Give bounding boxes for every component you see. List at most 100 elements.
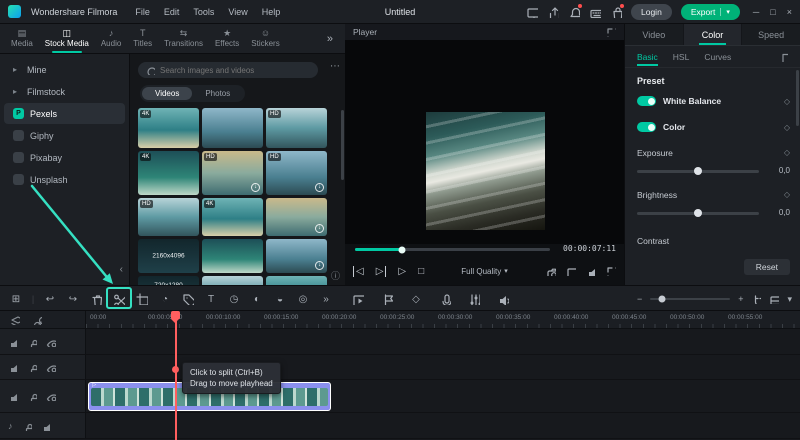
brightness-slider[interactable] xyxy=(637,209,759,218)
track-mute-icon[interactable] xyxy=(8,337,18,347)
shop-bag-icon[interactable] xyxy=(610,3,624,18)
close-button[interactable]: × xyxy=(787,7,792,17)
link-clips-icon[interactable] xyxy=(32,315,42,325)
exposure-slider[interactable] xyxy=(637,167,759,176)
tab-media[interactable]: ▤ Media xyxy=(6,27,38,50)
brightness-slider-handle[interactable] xyxy=(694,209,702,218)
tag-icon[interactable] xyxy=(178,289,198,309)
zoom-slider-handle[interactable] xyxy=(658,295,666,303)
export-caret-icon[interactable]: ▾ xyxy=(720,7,730,16)
track-mute-icon[interactable] xyxy=(41,421,51,431)
download-icon[interactable]: ↓ xyxy=(315,183,324,192)
manage-tracks-icon[interactable] xyxy=(10,315,20,325)
keyframe-icon[interactable]: ◇ xyxy=(406,289,426,309)
menu-tools[interactable]: Tools xyxy=(193,7,214,17)
sidebar-item-mine[interactable]: ▸ Mine xyxy=(4,59,125,80)
subtab-basic[interactable]: Basic xyxy=(637,48,658,66)
text-tool-icon[interactable]: T xyxy=(201,289,221,309)
snapshot-camera-icon[interactable] xyxy=(546,266,556,276)
exposure-value[interactable]: 0,0 xyxy=(779,166,790,175)
track-visibility-icon[interactable] xyxy=(46,391,56,401)
next-frame-button[interactable]: ▷ xyxy=(376,265,387,277)
stock-video-thumbnail[interactable]: 4K xyxy=(138,108,199,148)
stock-video-thumbnail[interactable]: 4K xyxy=(138,151,199,195)
audio-track[interactable]: ♪ xyxy=(0,413,800,439)
tab-video[interactable]: Video xyxy=(625,24,683,45)
stock-video-thumbnail[interactable] xyxy=(202,276,263,285)
track-mute-icon[interactable] xyxy=(8,391,18,401)
marker-icon[interactable] xyxy=(377,289,397,309)
quality-selector[interactable]: Full Quality ▾ xyxy=(461,267,508,276)
timeline-view-icon[interactable] xyxy=(769,294,780,304)
mask-icon[interactable]: ◒ xyxy=(270,289,290,309)
track-lock-icon[interactable] xyxy=(27,337,37,347)
search-bar[interactable] xyxy=(138,62,318,78)
zoom-out-icon[interactable]: − xyxy=(637,294,642,304)
track-visibility-icon[interactable] xyxy=(46,362,56,372)
stock-video-thumbnail[interactable]: HD xyxy=(266,108,327,148)
track-mute-icon[interactable] xyxy=(8,362,18,372)
video-track[interactable] xyxy=(0,329,800,355)
tab-effects[interactable]: ★ Effects xyxy=(210,27,244,50)
search-options-icon[interactable]: ⋯ xyxy=(330,61,340,72)
media-view-icon[interactable]: ⊞ xyxy=(6,289,26,309)
stock-video-thumbnail[interactable]: ↓ xyxy=(266,198,327,236)
motion-track-icon[interactable]: ◎ xyxy=(293,289,313,309)
tab-audio[interactable]: ♪ Audio xyxy=(96,27,126,50)
menu-help[interactable]: Help xyxy=(262,7,281,17)
trash-icon[interactable] xyxy=(86,289,106,309)
render-preview-icon[interactable] xyxy=(348,289,368,309)
stock-video-thumbnail[interactable]: HD ↓ xyxy=(266,151,327,195)
timer-icon[interactable]: ◷ xyxy=(224,289,244,309)
stock-video-thumbnail[interactable] xyxy=(266,276,327,285)
stock-video-thumbnail[interactable]: ↓ xyxy=(266,239,327,273)
color-correction-icon[interactable]: ◐ xyxy=(247,289,267,309)
download-icon[interactable]: ↓ xyxy=(315,261,324,270)
save-preset-icon[interactable] xyxy=(778,52,788,62)
filter-videos[interactable]: Videos xyxy=(142,87,193,100)
keyboard-icon[interactable] xyxy=(589,6,601,18)
fullscreen-icon[interactable] xyxy=(606,266,616,276)
white-balance-toggle[interactable] xyxy=(637,96,656,106)
speaker-icon[interactable] xyxy=(586,266,596,276)
color-toggle[interactable] xyxy=(637,122,656,132)
track-lock-icon[interactable] xyxy=(27,362,37,372)
display-device-icon[interactable] xyxy=(566,266,576,276)
track-lock-icon[interactable] xyxy=(27,391,37,401)
mute-speaker-icon[interactable] xyxy=(493,289,513,309)
project-title[interactable]: Untitled xyxy=(385,7,416,17)
maximize-button[interactable]: □ xyxy=(770,7,775,17)
stock-video-thumbnail[interactable]: 4K xyxy=(202,198,263,236)
audio-mixer-icon[interactable] xyxy=(464,289,484,309)
time-ruler[interactable]: 00:00 00:00:05:00 00:00:10:00 00:00:15:0… xyxy=(86,311,800,329)
properties-scrollbar[interactable] xyxy=(796,70,799,126)
keyframe-diamond-icon[interactable]: ◇ xyxy=(784,97,790,106)
stop-button[interactable]: □ xyxy=(418,266,424,277)
voiceover-mic-icon[interactable] xyxy=(435,289,455,309)
share-icon[interactable] xyxy=(547,6,559,18)
undo-icon[interactable]: ↩ xyxy=(40,289,60,309)
brightness-value[interactable]: 0,0 xyxy=(779,208,790,217)
exposure-slider-handle[interactable] xyxy=(694,167,702,176)
play-button[interactable]: ▷ xyxy=(398,266,406,277)
info-icon[interactable]: ⓘ xyxy=(331,269,340,282)
playhead[interactable] xyxy=(175,311,177,440)
expand-player-icon[interactable] xyxy=(606,27,616,37)
subtab-hsl[interactable]: HSL xyxy=(673,48,690,66)
tab-stock-media[interactable]: ◫ Stock Media xyxy=(40,27,94,53)
seek-bar[interactable] xyxy=(355,246,550,253)
menu-view[interactable]: View xyxy=(228,7,247,17)
redo-icon[interactable]: ↪ xyxy=(63,289,83,309)
subtab-curves[interactable]: Curves xyxy=(704,48,731,66)
more-tools-icon[interactable]: » xyxy=(316,289,336,309)
minimize-button[interactable]: ─ xyxy=(753,7,759,17)
filter-photos[interactable]: Photos xyxy=(192,87,243,100)
stock-video-thumbnail[interactable] xyxy=(202,239,263,273)
previous-frame-button[interactable]: ◁ xyxy=(353,265,364,277)
tab-transitions[interactable]: ⇆ Transitions xyxy=(159,27,208,50)
video-track[interactable] xyxy=(0,355,800,380)
track-lock-icon[interactable] xyxy=(22,421,32,431)
export-button[interactable]: Export ▾ xyxy=(680,3,740,20)
track-visibility-icon[interactable] xyxy=(46,337,56,347)
sidebar-item-pexels[interactable]: P Pexels xyxy=(4,103,125,124)
